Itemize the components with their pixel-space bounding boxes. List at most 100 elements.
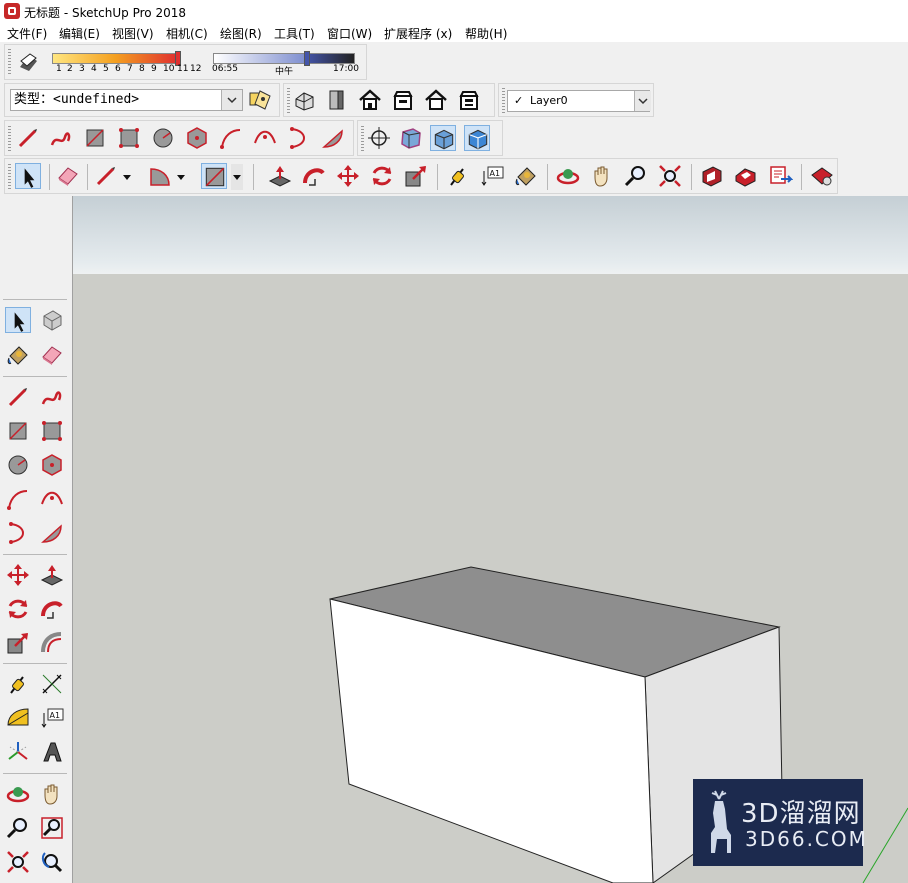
eraser-tool-icon[interactable] (39, 342, 65, 368)
menu-view[interactable]: 视图(V) (112, 25, 154, 42)
zoom-tool-icon[interactable] (623, 163, 649, 189)
follow-me-tool-icon[interactable] (39, 596, 65, 622)
two-point-arc-tool-icon[interactable] (39, 486, 65, 512)
text-tool-icon[interactable]: A1 (479, 163, 505, 189)
right-view-icon[interactable] (390, 87, 416, 113)
rectangle-tool-icon[interactable] (5, 418, 31, 444)
arc-tool-icon[interactable] (147, 163, 173, 189)
wireframe-icon[interactable] (430, 125, 456, 151)
menu-draw[interactable]: 绘图(R) (220, 25, 262, 42)
menu-edit[interactable]: 编辑(E) (59, 25, 100, 42)
follow-me-tool-icon[interactable] (301, 163, 327, 189)
entity-type-dropdown[interactable] (221, 90, 242, 110)
month-slider[interactable] (52, 53, 178, 64)
polygon-tool-icon[interactable] (184, 125, 210, 151)
menu-help[interactable]: 帮助(H) (465, 25, 507, 42)
push-pull-tool-icon[interactable] (267, 163, 293, 189)
back-edges-icon[interactable] (398, 125, 424, 151)
axes-tool-icon[interactable] (5, 739, 31, 765)
toolbar-grip[interactable] (287, 88, 290, 114)
hidden-line-icon[interactable] (464, 125, 490, 151)
tape-measure-tool-icon[interactable] (445, 163, 471, 189)
toolbar-grip[interactable] (8, 49, 11, 75)
menu-tools[interactable]: 工具(T) (274, 25, 315, 42)
circle-tool-icon[interactable] (150, 125, 176, 151)
line-tool-icon[interactable] (93, 163, 119, 189)
rotate-tool-icon[interactable] (5, 596, 31, 622)
layer-select[interactable]: ✓ Layer0 (507, 90, 651, 112)
shape-tools-dropdown[interactable] (231, 164, 243, 190)
toolbar-grip[interactable] (361, 126, 364, 152)
scale-tool-icon[interactable] (403, 163, 429, 189)
back-view-icon[interactable] (423, 87, 449, 113)
left-view-icon[interactable] (456, 87, 482, 113)
rectangle-tool-icon[interactable] (201, 163, 227, 189)
arc-tool-icon[interactable] (218, 125, 244, 151)
time-slider-thumb[interactable] (304, 51, 310, 66)
make-component-icon[interactable] (39, 307, 65, 333)
three-point-arc-tool-icon[interactable] (286, 125, 312, 151)
send-to-layout-icon[interactable] (767, 163, 793, 189)
previous-view-icon[interactable] (39, 849, 65, 875)
eraser-tool-icon[interactable] (55, 163, 81, 189)
pie-tool-icon[interactable] (39, 520, 65, 546)
paint-bucket-tool-icon[interactable] (5, 342, 31, 368)
arc-tool-icon[interactable] (5, 486, 31, 512)
layer-dropdown-arrow[interactable] (634, 91, 651, 111)
dimension-tool-icon[interactable] (39, 671, 65, 697)
two-point-arc-tool-icon[interactable] (252, 125, 278, 151)
front-view-icon[interactable] (357, 87, 383, 113)
rectangle-tool-icon[interactable] (82, 125, 108, 151)
zoom-tool-icon[interactable] (5, 815, 31, 841)
pan-tool-icon[interactable] (589, 163, 615, 189)
line-tool-icon[interactable] (15, 125, 41, 151)
move-tool-icon[interactable] (335, 163, 361, 189)
tape-measure-tool-icon[interactable] (5, 671, 31, 697)
toolbar-grip[interactable] (8, 126, 11, 152)
zoom-window-tool-icon[interactable] (39, 815, 65, 841)
text-tool-icon[interactable]: A1 (39, 705, 65, 731)
menu-file[interactable]: 文件(F) (7, 25, 47, 42)
3d-warehouse-icon[interactable] (699, 163, 725, 189)
select-tool-icon[interactable] (5, 307, 31, 333)
pan-tool-icon[interactable] (39, 781, 65, 807)
menu-extensions[interactable]: 扩展程序 (x) (384, 25, 452, 42)
polygon-tool-icon[interactable] (39, 452, 65, 478)
toolbar-grip[interactable] (8, 164, 11, 190)
arc-tools-dropdown[interactable] (175, 164, 187, 190)
orbit-tool-icon[interactable] (555, 163, 581, 189)
line-tool-icon[interactable] (5, 384, 31, 410)
entity-type-field[interactable]: 类型：<undefined> (10, 89, 243, 111)
toolbar-grip[interactable] (502, 88, 505, 114)
rotate-tool-icon[interactable] (369, 163, 395, 189)
three-point-arc-tool-icon[interactable] (5, 520, 31, 546)
zoom-extents-tool-icon[interactable] (5, 849, 31, 875)
offset-tool-icon[interactable] (39, 630, 65, 656)
push-pull-tool-icon[interactable] (39, 562, 65, 588)
freehand-tool-icon[interactable] (39, 384, 65, 410)
time-slider[interactable] (213, 53, 305, 64)
menu-window[interactable]: 窗口(W) (327, 25, 372, 42)
freehand-tool-icon[interactable] (48, 125, 74, 151)
time-slider-end[interactable] (305, 53, 355, 64)
protractor-tool-icon[interactable] (5, 705, 31, 731)
orbit-tool-icon[interactable] (5, 781, 31, 807)
move-tool-icon[interactable] (5, 562, 31, 588)
3d-text-tool-icon[interactable] (39, 739, 65, 765)
extension-manager-icon[interactable] (809, 163, 835, 189)
menu-camera[interactable]: 相机(C) (166, 25, 208, 42)
shadows-toggle-icon[interactable] (15, 49, 41, 75)
zoom-extents-tool-icon[interactable] (657, 163, 683, 189)
rotated-rectangle-tool-icon[interactable] (116, 125, 142, 151)
top-view-icon[interactable] (324, 87, 350, 113)
select-tool-icon[interactable] (15, 163, 41, 189)
iso-view-icon[interactable] (292, 87, 318, 113)
extension-warehouse-icon[interactable] (733, 163, 759, 189)
scale-tool-icon[interactable] (5, 630, 31, 656)
pie-tool-icon[interactable] (320, 125, 346, 151)
line-tools-dropdown[interactable] (121, 164, 133, 190)
circle-tool-icon[interactable] (5, 452, 31, 478)
entity-info-icon[interactable] (247, 87, 273, 113)
paint-bucket-tool-icon[interactable] (513, 163, 539, 189)
xray-icon[interactable] (366, 125, 392, 151)
